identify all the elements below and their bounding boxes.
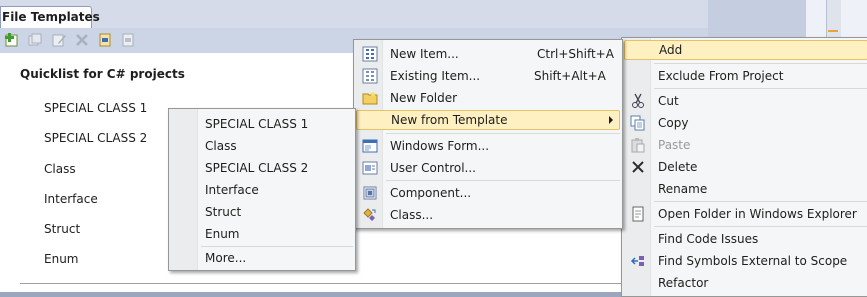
- menu-item-find-code-issues[interactable]: Find Code Issues: [624, 229, 867, 249]
- menu-item-refactor[interactable]: Refactor: [624, 273, 867, 293]
- delete-icon[interactable]: [74, 32, 90, 48]
- menu-separator: [654, 226, 867, 227]
- divider: [20, 283, 680, 284]
- import-icon[interactable]: [97, 32, 113, 48]
- menu-item-label: Enum: [205, 227, 240, 241]
- menu-item-rename[interactable]: Rename: [624, 179, 867, 199]
- menu-item-label: New Folder: [390, 91, 458, 105]
- quicklist-item[interactable]: Interface: [44, 192, 98, 206]
- menu-item-label: Cut: [658, 94, 679, 108]
- template-item[interactable]: Struct: [171, 202, 353, 222]
- menu-item-label: New Item...: [390, 47, 459, 61]
- menu-item-exclude-from-project[interactable]: Exclude From Project: [624, 66, 867, 86]
- menu-item-new-item[interactable]: New Item... Ctrl+Shift+A: [356, 44, 620, 64]
- menu-separator: [386, 133, 620, 134]
- menu-item-open-folder[interactable]: Open Folder in Windows Explorer: [624, 204, 867, 224]
- menu-item-component[interactable]: Component...: [356, 183, 620, 203]
- menu-item-label: Interface: [205, 183, 259, 197]
- menu-separator: [654, 201, 867, 202]
- menu-item-add[interactable]: Add: [624, 40, 867, 60]
- copy-icon: [630, 115, 645, 131]
- menu-separator: [201, 246, 353, 247]
- menu-separator: [386, 180, 620, 181]
- menu-item-label: Find Code Issues: [658, 232, 759, 246]
- menu-item-new-from-template[interactable]: New from Template: [356, 110, 620, 130]
- context-menu: Add Exclude From Project Cut Copy Paste …: [621, 37, 867, 297]
- menu-item-copy[interactable]: Copy: [624, 113, 867, 133]
- menu-item-existing-item[interactable]: Existing Item... Shift+Alt+A: [356, 66, 620, 86]
- scrollbar-marker: [828, 30, 838, 32]
- menu-item-label: Delete: [658, 160, 698, 174]
- user-control-icon: [362, 161, 378, 175]
- quicklist-item[interactable]: Class: [44, 162, 76, 176]
- menu-item-label: New from Template: [391, 113, 508, 127]
- menu-item-label: Windows Form...: [390, 139, 490, 153]
- existing-item-icon: [362, 68, 378, 84]
- menu-item-label: Paste: [658, 138, 691, 152]
- duplicate-icon[interactable]: [27, 32, 43, 48]
- add-submenu: New Item... Ctrl+Shift+A Existing Item..…: [353, 39, 623, 229]
- menu-item-label: Open Folder in Windows Explorer: [658, 207, 857, 221]
- menu-item-windows-form[interactable]: Windows Form...: [356, 136, 620, 156]
- tab-file-templates[interactable]: File Templates: [0, 6, 100, 28]
- template-more-item[interactable]: More...: [171, 248, 353, 268]
- menu-item-label: Exclude From Project: [658, 69, 784, 83]
- template-item[interactable]: Class: [171, 136, 353, 156]
- menu-item-find-symbols-external[interactable]: Find Symbols External to Scope: [624, 251, 867, 271]
- menu-item-label: Class: [205, 139, 237, 153]
- menu-item-class[interactable]: Class...: [356, 205, 620, 225]
- template-item[interactable]: SPECIAL CLASS 1: [171, 114, 353, 134]
- menu-item-label: Existing Item...: [390, 69, 481, 83]
- menu-separator: [654, 88, 867, 89]
- template-submenu: SPECIAL CLASS 1 Class SPECIAL CLASS 2 In…: [168, 108, 356, 271]
- quicklist-item[interactable]: SPECIAL CLASS 1: [44, 101, 147, 115]
- template-item[interactable]: Enum: [171, 224, 353, 244]
- menu-item-label: Struct: [205, 205, 242, 219]
- quicklist-item[interactable]: Enum: [44, 252, 78, 266]
- template-item[interactable]: Interface: [171, 180, 353, 200]
- quicklist-title: Quicklist for C# projects: [20, 67, 185, 81]
- tab-strip: File Templates: [0, 0, 708, 28]
- find-symbols-icon: [630, 256, 644, 266]
- menu-item-label: Class...: [390, 208, 434, 222]
- menu-item-label: Rename: [658, 182, 708, 196]
- menu-item-label: Component...: [390, 186, 472, 200]
- menu-item-label: Refactor: [658, 276, 709, 290]
- add-template-icon[interactable]: [4, 32, 20, 48]
- menu-item-label: SPECIAL CLASS 2: [205, 161, 309, 175]
- menu-item-label: More...: [205, 251, 247, 265]
- paste-icon: [631, 138, 645, 153]
- menu-item-shortcut: Shift+Alt+A: [534, 69, 606, 83]
- menu-item-user-control[interactable]: User Control...: [356, 158, 620, 178]
- component-icon: [363, 186, 377, 200]
- cut-icon: [632, 93, 644, 108]
- menu-item-label: SPECIAL CLASS 1: [205, 117, 309, 131]
- menu-item-label: User Control...: [390, 161, 476, 175]
- menu-item-label: Add: [659, 43, 683, 57]
- menu-item-label: Copy: [658, 116, 689, 130]
- menu-item-cut[interactable]: Cut: [624, 91, 867, 111]
- new-item-icon: [362, 46, 378, 62]
- open-folder-icon: [632, 206, 644, 222]
- menu-item-label: Find Symbols External to Scope: [658, 254, 848, 268]
- class-icon: [363, 208, 376, 221]
- menu-item-delete[interactable]: Delete: [624, 157, 867, 177]
- windows-form-icon: [362, 139, 378, 153]
- menu-item-new-folder[interactable]: New Folder: [356, 88, 620, 108]
- template-item[interactable]: SPECIAL CLASS 2: [171, 158, 353, 178]
- delete-icon: [632, 161, 644, 173]
- export-icon[interactable]: [120, 32, 136, 48]
- folder-icon: [362, 91, 378, 105]
- quicklist-item[interactable]: Struct: [44, 222, 80, 236]
- edit-icon[interactable]: [51, 32, 67, 48]
- menu-item-shortcut: Ctrl+Shift+A: [537, 47, 614, 61]
- submenu-arrow-icon: [609, 116, 613, 124]
- quicklist-item[interactable]: SPECIAL CLASS 2: [44, 131, 147, 145]
- menu-separator: [654, 63, 867, 64]
- menu-item-paste[interactable]: Paste: [624, 135, 867, 155]
